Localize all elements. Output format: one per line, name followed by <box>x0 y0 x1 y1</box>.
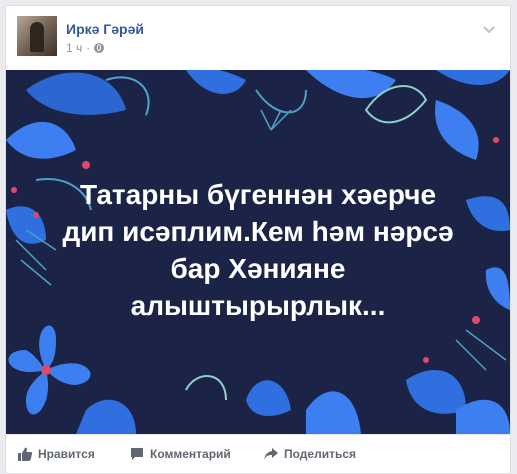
quote-line: алыштырырлык... <box>130 290 386 321</box>
comment-label: Комментарий <box>150 447 231 461</box>
quote-line: Татарны бүгеннән хәерче <box>79 179 437 210</box>
meta-separator: · <box>86 41 91 55</box>
image-quote-text: Татарны бүгеннән хәерче дип исәплим.Кем … <box>6 176 510 324</box>
comment-button[interactable]: Комментарий <box>130 447 231 461</box>
post-image[interactable]: Татарны бүгеннән хәерче дип исәплим.Кем … <box>6 70 510 434</box>
comment-icon <box>130 447 144 461</box>
post-actions-bar: Нравится Комментарий Поделиться <box>6 434 510 473</box>
like-button[interactable]: Нравится <box>18 447 95 461</box>
author-name[interactable]: Иркә Гәрәй <box>66 21 144 37</box>
quote-line: бар Хәнияне <box>170 253 346 284</box>
feed-post: Иркә Гәрәй 1 ч · Татарны бүгеннән хәерче… <box>5 5 511 474</box>
post-time[interactable]: 1 ч <box>66 41 82 55</box>
globe-icon <box>94 43 105 53</box>
post-meta: 1 ч · <box>66 41 105 55</box>
share-arrow-icon <box>264 447 278 461</box>
thumbs-up-icon <box>18 447 32 461</box>
chevron-down-icon[interactable] <box>482 22 496 36</box>
post-header: Иркә Гәрәй 1 ч · <box>6 6 510 68</box>
author-avatar[interactable] <box>17 16 57 56</box>
like-label: Нравится <box>38 447 95 461</box>
share-label: Поделиться <box>284 447 357 461</box>
quote-line: дип исәплим.Кем һәм нәрсә <box>62 216 454 247</box>
share-button[interactable]: Поделиться <box>264 447 356 461</box>
